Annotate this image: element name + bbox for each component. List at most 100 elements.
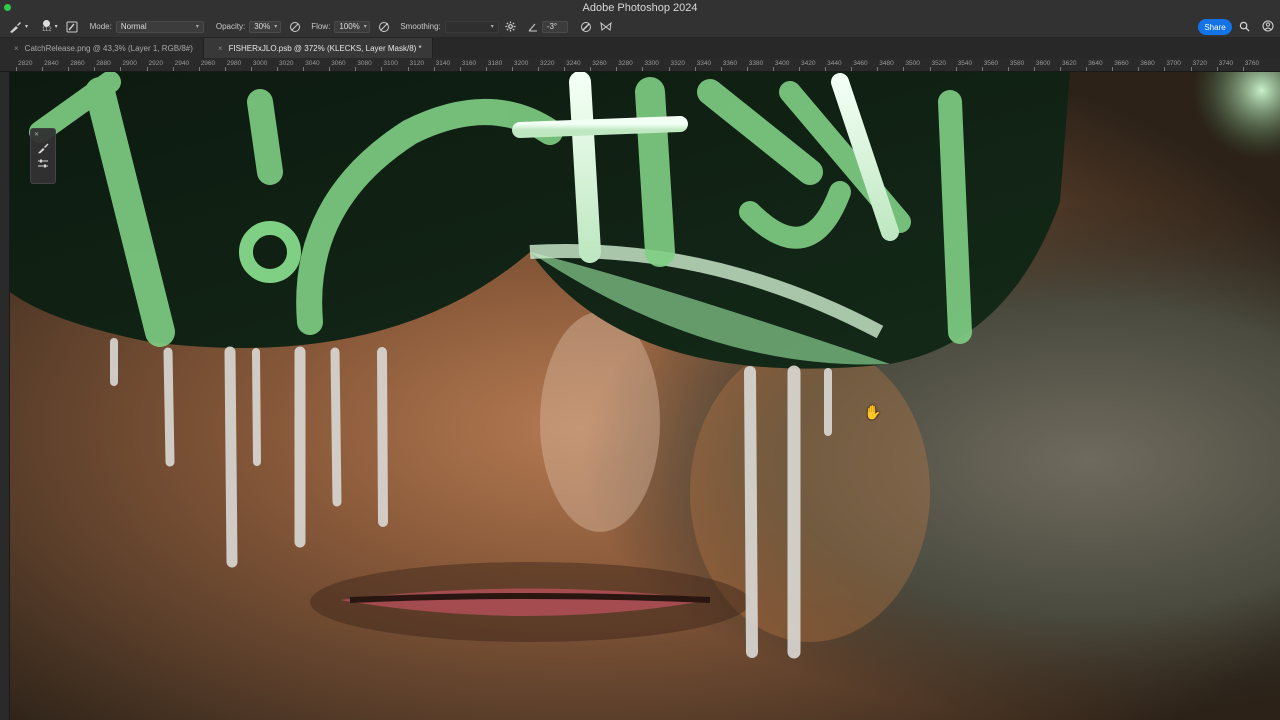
ruler-tick-label: 3020 [279,60,294,67]
ruler-tick-label: 3680 [1140,60,1155,67]
ruler-tick-mark [955,67,957,71]
ruler-tick-mark [1086,67,1088,71]
ruler-tick-mark [1138,67,1140,71]
ruler-tick-label: 3400 [774,60,790,67]
ruler-tick-label: 2820 [18,60,33,67]
chevron-down-icon[interactable]: ▾ [25,23,28,30]
ruler-tick-label: 3080 [357,60,372,67]
floating-tool-panel: ✕ [30,128,56,184]
ruler-tick-mark [981,67,983,71]
ruler-tick-label: 3340 [696,60,712,67]
tab-catchrelease[interactable]: × CatchRelease.png @ 43,3% (Layer 1, RGB… [0,38,204,58]
ruler-tick-mark [877,67,879,71]
ruler-tick-label: 3140 [435,60,451,67]
ruler-tick-label: 3000 [252,60,268,67]
ruler-tick-label: 3420 [801,60,816,67]
chevron-down-icon: ▾ [363,24,367,30]
document-canvas[interactable] [10,72,1280,720]
ruler-tick-mark [42,67,44,71]
brush-settings-icon[interactable] [66,21,78,33]
mode-value: Normal [120,22,147,31]
brush-preset-picker[interactable]: 112 [42,20,52,33]
window-close-button[interactable] [4,4,11,11]
close-icon[interactable]: × [218,44,223,53]
ruler-tick-label: 3260 [592,60,607,67]
ruler-tick-label: 3120 [409,60,424,67]
ruler-tick-label: 3060 [331,60,346,67]
butterfly-icon[interactable] [600,21,612,33]
ruler-tick-label: 3380 [748,60,764,67]
document-tabs: × CatchRelease.png @ 43,3% (Layer 1, RGB… [0,38,1280,58]
mode-dropdown[interactable]: Normal ▾ [115,20,204,33]
airbrush-icon[interactable] [378,21,390,33]
ruler-tick-mark [851,67,853,71]
ruler-tick-mark [16,67,17,71]
brush-size-value: 112 [42,27,52,33]
vertical-ruler[interactable] [0,72,10,720]
pressure-size-icon[interactable] [580,21,592,33]
tab-label: FISHERxJLO.psb @ 372% (KLECKS, Layer Mas… [228,43,422,53]
ruler-tick-label: 3540 [957,60,973,67]
angle-field[interactable]: -3° [541,20,568,33]
ruler-tick-mark [668,67,670,71]
share-button[interactable]: Share [1198,19,1232,35]
ruler-tick-mark [694,67,696,71]
app-title: Adobe Photoshop 2024 [582,2,698,14]
ruler-tick-label: 2880 [96,60,111,67]
ruler-tick-label: 3460 [853,60,868,67]
ruler-tick-mark [929,67,931,71]
tab-fisherxjlo[interactable]: × FISHERxJLO.psb @ 372% (KLECKS, Layer M… [203,38,433,58]
ruler-tick-label: 3740 [1218,60,1234,67]
mode-label: Mode: [89,22,112,31]
ruler-tick-mark [329,67,331,71]
hand-cursor-icon: ✋ [864,404,882,420]
brush-icon[interactable] [8,20,22,34]
ruler-tick-mark [381,67,383,71]
search-icon[interactable] [1239,20,1250,32]
tab-label: CatchRelease.png @ 43,3% (Layer 1, RGB/8… [24,43,193,53]
ruler-tick-label: 3640 [1088,60,1103,67]
ruler-tick-label: 3180 [487,60,503,67]
ruler-tick-mark [746,67,748,71]
ruler-tick-label: 2860 [70,60,85,67]
chevron-down-icon: ▾ [274,24,278,30]
brush-tip-icon [43,20,51,27]
ruler-tick-mark [172,67,174,71]
flow-field[interactable]: 100% ▾ [334,20,371,33]
ruler-tick-label: 3480 [879,60,894,67]
ruler-tick-label: 3600 [1035,60,1051,67]
smoothing-field[interactable]: ▾ [444,20,499,33]
sliders-icon[interactable] [37,158,49,170]
ruler-tick-label: 2920 [148,60,163,67]
chevron-down-icon[interactable]: ▾ [55,23,58,30]
ruler-tick-label: 2960 [200,60,216,67]
ruler-tick-label: 2940 [174,60,190,67]
angle-icon [528,22,538,32]
horizontal-ruler[interactable]: 2820 2840 2860 2880 2900 2920 2940 2960 2980 3000… [0,58,1280,72]
ruler-tick-mark [772,67,774,71]
ruler-tick-mark [146,67,148,71]
ruler-tick-mark [825,67,827,71]
ruler-tick-label: 3580 [1009,60,1025,67]
ruler-tick-mark [642,67,644,71]
smoothing-label: Smoothing: [400,22,441,31]
ruler-tick-label: 3560 [983,60,999,67]
opacity-field[interactable]: 30% ▾ [249,20,282,33]
flow-value: 100% [339,22,360,31]
gear-icon[interactable] [505,21,516,32]
artwork-image [10,72,1280,720]
ruler-tick-mark [459,67,461,71]
close-icon[interactable]: ✕ [34,131,39,138]
ruler-tick-mark [1242,67,1244,71]
title-bar: Adobe Photoshop 2024 [0,0,1280,16]
ruler-tick-label: 2840 [44,60,59,67]
options-bar: ▾ 112 ▾ Mode: Normal ▾ Opacity: 30% ▾ Fl… [0,16,1280,38]
close-icon[interactable]: × [14,44,19,53]
ruler-tick-mark [564,67,566,71]
pressure-opacity-icon[interactable] [289,21,301,33]
ruler-tick-mark [303,67,305,71]
brush-icon[interactable] [37,142,49,154]
workspace-icon[interactable] [1262,20,1274,32]
flow-label: Flow: [311,22,331,31]
ruler-tick-label: 3660 [1114,60,1129,67]
